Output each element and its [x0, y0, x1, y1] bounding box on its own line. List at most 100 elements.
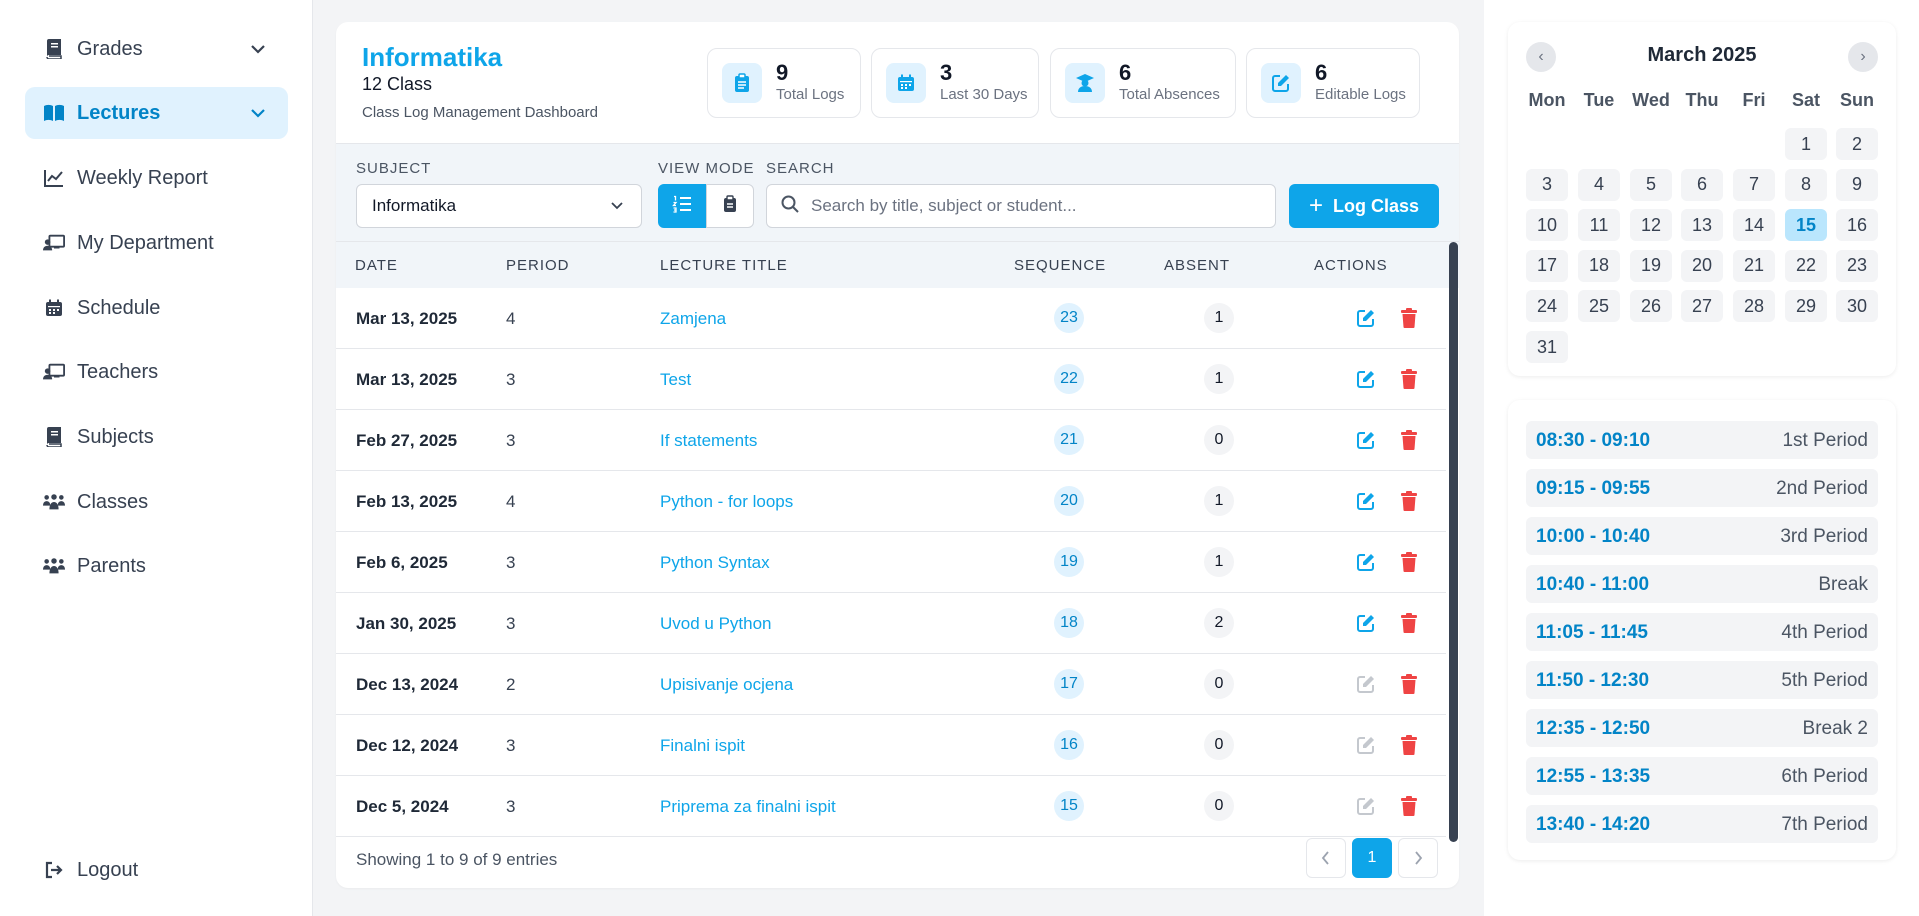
trash-icon[interactable] — [1401, 613, 1417, 633]
row-absent-badge: 0 — [1204, 730, 1234, 760]
row-period: 3 — [506, 370, 516, 389]
schedule-row: 10:00 - 10:40 3rd Period — [1526, 517, 1878, 555]
sidebar-item-my-department[interactable]: My Department — [25, 217, 288, 269]
column-header-absent[interactable]: ABSENT — [1164, 257, 1230, 274]
schedule-period-name: 3rd Period — [1780, 526, 1868, 547]
calendar-day[interactable]: 5 — [1630, 168, 1672, 201]
row-date: Dec 13, 2024 — [356, 675, 459, 694]
sidebar-item-lectures[interactable]: Lectures — [25, 87, 288, 139]
row-lecture-title-link[interactable]: Zamjena — [660, 309, 726, 329]
calendar-day[interactable]: 25 — [1578, 290, 1620, 323]
edit-icon[interactable] — [1357, 431, 1375, 449]
column-header-title[interactable]: LECTURE TITLE — [660, 257, 788, 274]
sidebar-item-subjects[interactable]: Subjects — [25, 411, 288, 463]
calendar-day[interactable]: 31 — [1526, 331, 1568, 363]
calendar-day[interactable]: 24 — [1526, 290, 1568, 323]
subject-select[interactable]: Informatika — [356, 184, 642, 228]
calendar-day[interactable]: 28 — [1733, 290, 1775, 323]
calendar-day[interactable]: 1 — [1785, 128, 1827, 160]
logout-label: Logout — [77, 858, 139, 881]
page-1-button[interactable]: 1 — [1352, 838, 1392, 878]
next-page-button[interactable] — [1398, 838, 1438, 878]
calendar-day[interactable]: 8 — [1785, 168, 1827, 201]
trash-icon[interactable] — [1401, 491, 1417, 511]
chevron-right-icon: › — [1860, 48, 1866, 65]
search-input[interactable] — [811, 196, 1251, 216]
schedule-period-name: 1st Period — [1782, 430, 1868, 451]
trash-icon[interactable] — [1401, 430, 1417, 450]
calendar-day[interactable]: 3 — [1526, 168, 1568, 201]
calendar-day[interactable]: 11 — [1578, 209, 1620, 242]
calendar-day[interactable]: 2 — [1836, 128, 1878, 160]
row-lecture-title-link[interactable]: If statements — [660, 431, 757, 451]
users-icon — [43, 555, 65, 577]
stat-value: 9 — [776, 60, 789, 85]
trash-icon[interactable] — [1401, 735, 1417, 755]
card-view-button[interactable] — [706, 184, 754, 228]
sidebar-item-grades[interactable]: Grades — [25, 23, 288, 75]
trash-icon[interactable] — [1401, 308, 1417, 328]
calendar-day[interactable]: 21 — [1733, 249, 1775, 282]
column-header-sequence[interactable]: SEQUENCE — [1014, 257, 1106, 274]
calendar-day[interactable]: 20 — [1681, 249, 1723, 282]
row-lecture-title-link[interactable]: Test — [660, 370, 691, 390]
calendar-day[interactable]: 14 — [1733, 209, 1775, 242]
trash-icon[interactable] — [1401, 552, 1417, 572]
list-view-button[interactable] — [658, 184, 706, 228]
calendar-day[interactable]: 27 — [1681, 290, 1723, 323]
log-class-label: Log Class — [1332, 195, 1420, 216]
row-absent-badge: 0 — [1204, 791, 1234, 821]
calendar-day[interactable]: 17 — [1526, 249, 1568, 282]
row-period: 3 — [506, 614, 516, 633]
calendar-day[interactable]: 9 — [1836, 168, 1878, 201]
calendar-day[interactable]: 4 — [1578, 168, 1620, 201]
calendar-day[interactable]: 23 — [1836, 249, 1878, 282]
sidebar-item-weekly-report[interactable]: Weekly Report — [25, 152, 288, 204]
sidebar-item-classes[interactable]: Classes — [25, 476, 288, 528]
calendar-day[interactable]: 7 — [1733, 168, 1775, 201]
sidebar-item-parents[interactable]: Parents — [25, 540, 288, 592]
calendar-day[interactable]: 12 — [1630, 209, 1672, 242]
search-box[interactable] — [766, 184, 1276, 228]
users-icon — [43, 491, 65, 513]
edit-icon[interactable] — [1357, 370, 1375, 388]
column-header-date[interactable]: DATE — [355, 257, 398, 274]
calendar-weekday: Fri — [1742, 90, 1766, 110]
edit-icon[interactable] — [1357, 492, 1375, 510]
row-lecture-title-link[interactable]: Priprema za finalni ispit — [660, 797, 836, 817]
class-name: 12 Class — [362, 74, 433, 94]
table-scrollbar[interactable] — [1449, 242, 1458, 842]
edit-icon[interactable] — [1357, 309, 1375, 327]
edit-icon[interactable] — [1357, 614, 1375, 632]
calendar-day[interactable]: 13 — [1681, 209, 1723, 242]
calendar-day[interactable]: 22 — [1785, 249, 1827, 282]
calendar-day[interactable]: 18 — [1578, 249, 1620, 282]
edit-icon[interactable] — [1357, 553, 1375, 571]
trash-icon[interactable] — [1401, 369, 1417, 389]
calendar-day[interactable]: 16 — [1836, 209, 1878, 242]
logout-button[interactable]: Logout — [25, 844, 288, 896]
schedule-time: 12:55 - 13:35 — [1536, 766, 1651, 787]
prev-page-button[interactable] — [1306, 838, 1346, 878]
log-class-button[interactable]: + Log Class — [1289, 184, 1439, 228]
calendar-next-button[interactable]: › — [1848, 42, 1878, 72]
row-lecture-title-link[interactable]: Python Syntax — [660, 553, 770, 573]
calendar-day[interactable]: 10 — [1526, 209, 1568, 242]
column-header-period[interactable]: PERIOD — [506, 257, 570, 274]
row-lecture-title-link[interactable]: Upisivanje ocjena — [660, 675, 793, 695]
calendar-day-today[interactable]: 15 — [1785, 209, 1827, 242]
calendar-day[interactable]: 19 — [1630, 249, 1672, 282]
calendar-day[interactable]: 29 — [1785, 290, 1827, 323]
row-lecture-title-link[interactable]: Finalni ispit — [660, 736, 745, 756]
trash-icon[interactable] — [1401, 796, 1417, 816]
row-date: Mar 13, 2025 — [356, 370, 458, 389]
row-lecture-title-link[interactable]: Python - for loops — [660, 492, 793, 512]
trash-icon[interactable] — [1401, 674, 1417, 694]
calendar-day[interactable]: 30 — [1836, 290, 1878, 323]
calendar-day[interactable]: 6 — [1681, 168, 1723, 201]
calendar-day[interactable]: 26 — [1630, 290, 1672, 323]
user-graduate-icon — [1065, 63, 1105, 103]
sidebar-item-teachers[interactable]: Teachers — [25, 346, 288, 398]
row-lecture-title-link[interactable]: Uvod u Python — [660, 614, 772, 634]
sidebar-item-schedule[interactable]: Schedule — [25, 282, 288, 334]
